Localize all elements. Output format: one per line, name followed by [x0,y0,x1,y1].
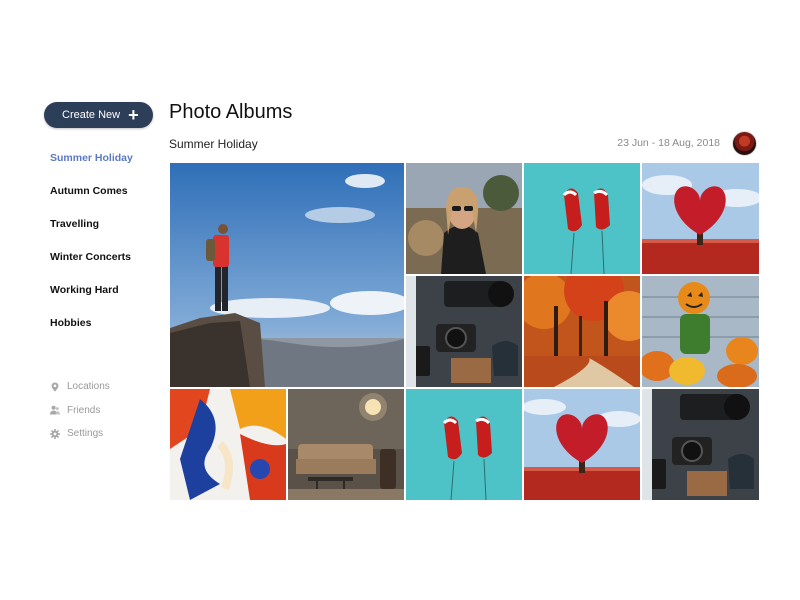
plus-icon: + [128,105,139,125]
sidebar-item-autumn-comes[interactable]: Autumn Comes [50,185,133,218]
photo-woman-sunglasses [406,163,522,274]
photo-tile[interactable] [524,276,640,387]
photo-tile[interactable] [170,163,404,387]
photo-camera-flatlay [642,389,759,500]
photo-tile[interactable] [642,163,759,274]
gear-icon [50,428,60,439]
photo-autumn-forest [524,276,640,387]
photo-tile[interactable] [288,389,404,500]
album-nav: Summer Holiday Autumn Comes Travelling W… [50,152,133,350]
photo-tile[interactable] [406,163,522,274]
locations-label: Locations [67,381,110,393]
sidebar-link-locations[interactable]: Locations [50,375,110,399]
photo-red-sneakers [524,163,640,274]
create-new-button[interactable]: Create New + [44,102,153,128]
photo-tile[interactable] [406,276,522,387]
photo-hiker-cliff [170,163,404,387]
friends-label: Friends [67,404,101,416]
photo-camera-flatlay [406,276,522,387]
photo-pumpkin-child [642,276,759,387]
location-pin-icon [51,382,59,392]
secondary-nav: Locations Friends Settings [50,375,110,446]
photo-tile[interactable] [524,389,640,500]
photo-tile[interactable] [642,389,759,500]
photo-heart-tree [642,163,759,274]
sidebar-item-summer-holiday[interactable]: Summer Holiday [50,152,133,185]
sidebar-item-winter-concerts[interactable]: Winter Concerts [50,251,133,284]
sidebar-item-travelling[interactable]: Travelling [50,218,133,251]
sidebar-link-settings[interactable]: Settings [50,422,110,446]
photo-tile[interactable] [406,389,522,500]
photo-red-sneakers [406,389,522,500]
photo-tile[interactable] [524,163,640,274]
photo-heart-tree [524,389,640,500]
photo-living-room [288,389,404,500]
sidebar-item-hobbies[interactable]: Hobbies [50,317,133,350]
create-new-label: Create New [62,109,121,121]
album-date-range: 23 Jun - 18 Aug, 2018 [617,137,720,149]
friends-icon [50,406,60,415]
settings-label: Settings [67,428,104,440]
avatar[interactable] [732,131,757,156]
photo-abstract-painting [170,389,286,500]
photo-tile[interactable] [170,389,286,500]
photo-grid [170,163,759,500]
photo-tile[interactable] [642,276,759,387]
page-title: Photo Albums [169,101,293,123]
sidebar-link-friends[interactable]: Friends [50,399,110,423]
album-title: Summer Holiday [169,137,258,151]
sidebar-item-working-hard[interactable]: Working Hard [50,284,133,317]
